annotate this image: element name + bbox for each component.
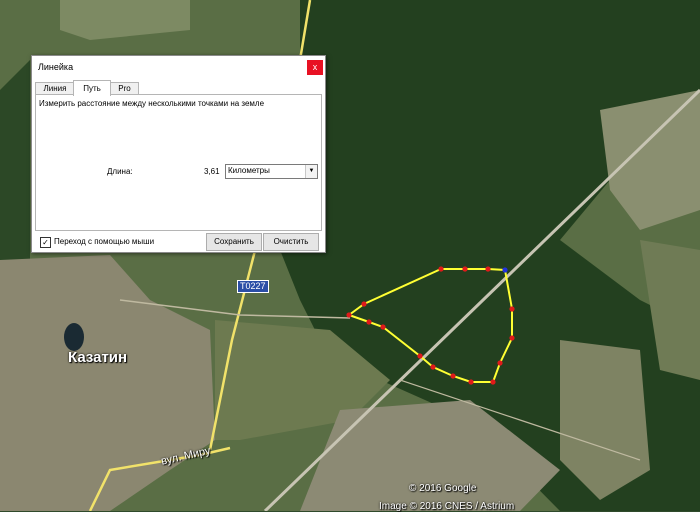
path-point[interactable] — [490, 379, 496, 385]
close-icon: x — [312, 62, 318, 72]
path-point[interactable] — [502, 267, 508, 273]
save-button[interactable]: Сохранить — [206, 233, 262, 251]
length-label: Длина: — [107, 167, 133, 176]
mouse-navigation-label: Переход с помощью мыши — [54, 237, 155, 246]
path-point[interactable] — [497, 360, 503, 366]
city-label: Казатин — [68, 349, 128, 366]
unit-selected: Километры — [228, 166, 270, 175]
length-value: 3,61 — [204, 167, 220, 176]
clear-button[interactable]: Очистить — [263, 233, 319, 251]
mouse-navigation-checkbox[interactable]: ✓ — [40, 237, 51, 248]
path-point[interactable] — [430, 364, 436, 370]
map-copyright: © 2016 Google — [409, 483, 477, 494]
path-point[interactable] — [509, 335, 515, 341]
dialog-title: Линейка — [38, 62, 74, 72]
ruler-dialog: Линейка x Линия Путь Pro Измерить рассто… — [31, 55, 326, 253]
dialog-titlebar[interactable]: Линейка x — [32, 56, 325, 79]
path-point[interactable] — [366, 319, 372, 325]
tab-label: Pro — [118, 84, 131, 93]
panel-description: Измерить расстояние между несколькими то… — [39, 99, 265, 108]
path-point[interactable] — [468, 379, 474, 385]
path-point[interactable] — [417, 353, 423, 359]
path-point[interactable] — [346, 312, 352, 318]
path-point[interactable] — [380, 324, 386, 330]
path-point[interactable] — [485, 266, 491, 272]
pond — [64, 323, 84, 351]
path-point[interactable] — [450, 373, 456, 379]
imagery-credit: Image © 2016 CNES / Astrium — [379, 501, 515, 512]
tab-label: Линия — [43, 84, 67, 93]
forest-area-west — [0, 60, 30, 280]
path-point[interactable] — [438, 266, 444, 272]
path-point[interactable] — [462, 266, 468, 272]
path-panel: Измерить расстояние между несколькими то… — [35, 94, 322, 231]
road-number-badge: T0227 — [237, 280, 269, 293]
unit-select[interactable]: Километры ▼ — [225, 164, 318, 179]
close-button[interactable]: x — [307, 60, 323, 75]
path-point[interactable] — [361, 301, 367, 307]
tab-label: Путь — [83, 84, 101, 93]
path-point[interactable] — [509, 306, 515, 312]
tab-path[interactable]: Путь — [73, 80, 111, 96]
chevron-down-icon[interactable]: ▼ — [305, 165, 317, 178]
